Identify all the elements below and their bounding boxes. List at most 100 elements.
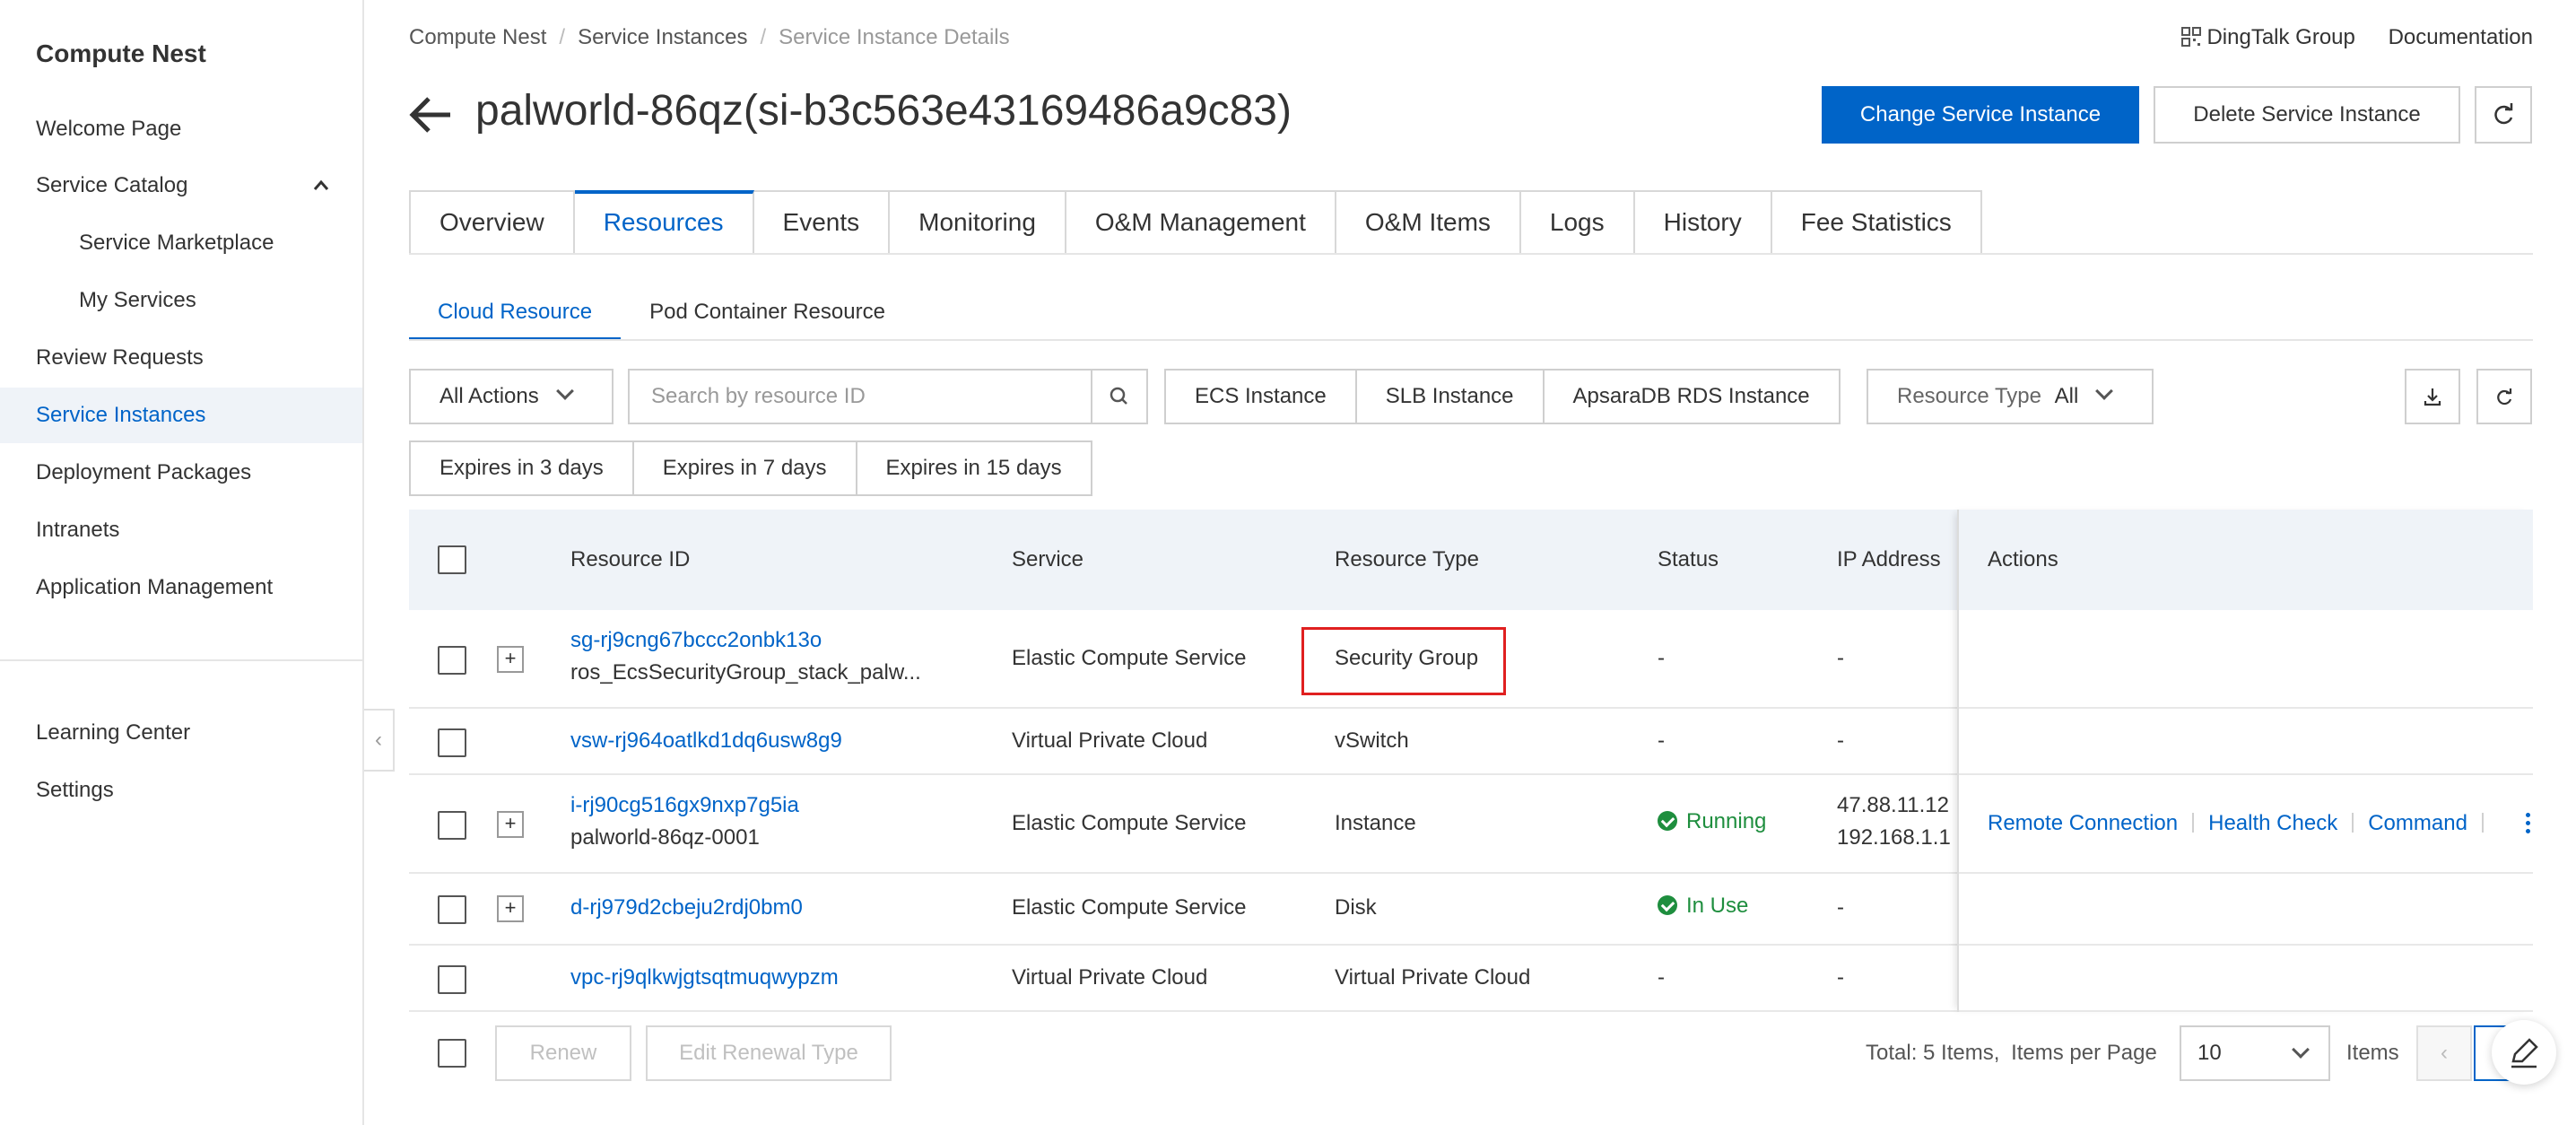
row-checkbox[interactable] [438, 895, 466, 924]
ip-address-private: 192.168.1.1 [1837, 825, 1951, 850]
subtab-pod-container-resource[interactable]: Pod Container Resource [621, 287, 914, 341]
table-refresh-button[interactable] [2476, 369, 2532, 424]
remote-connection-link[interactable]: Remote Connection [1988, 811, 2178, 835]
download-button[interactable] [2405, 369, 2460, 424]
search-icon [1110, 387, 1127, 405]
sidebar-item-service-catalog[interactable]: Service Catalog [0, 158, 362, 214]
download-icon [2424, 388, 2441, 406]
expand-row-icon[interactable]: + [497, 646, 524, 673]
resource-type-select[interactable]: Resource Type All [1867, 369, 2154, 424]
select-all-checkbox[interactable] [438, 545, 466, 574]
back-arrow-icon[interactable] [409, 88, 454, 142]
health-check-link[interactable]: Health Check [2208, 811, 2337, 835]
search-input[interactable] [630, 371, 1092, 423]
resource-type-cell: Disk [1335, 895, 1377, 920]
delete-service-instance-button[interactable]: Delete Service Instance [2154, 86, 2460, 144]
service-cell: Elastic Compute Service [1012, 895, 1247, 920]
chevron-down-icon [2095, 382, 2114, 400]
tab-history[interactable]: History [1634, 190, 1772, 255]
resource-type-label: Resource Type [1897, 384, 2041, 408]
ip-address-cell: - [1837, 895, 1844, 920]
ip-address-public: 47.88.11.12 [1837, 793, 1950, 817]
sidebar-collapse-handle[interactable]: ‹ [364, 709, 395, 772]
sidebar-divider [0, 659, 362, 661]
service-cell: Virtual Private Cloud [1012, 728, 1208, 753]
breadcrumb-compute-nest[interactable]: Compute Nest [409, 25, 546, 49]
items-per-page-select[interactable]: 10 [2180, 1025, 2330, 1081]
status-label: In Use [1686, 894, 1749, 918]
service-cell: Virtual Private Cloud [1012, 965, 1208, 990]
expiry-quick-filters: Expires in 3 days Expires in 7 days Expi… [409, 440, 1092, 496]
renew-button[interactable]: Renew [495, 1025, 631, 1081]
sidebar-item-learning-center[interactable]: Learning Center [0, 705, 362, 761]
action-separator [2192, 813, 2195, 833]
resource-id-link[interactable]: vpc-rj9qlkwjgtsqtmuqwypzm [570, 965, 839, 990]
breadcrumb: Compute Nest / Service Instances / Service I… [409, 25, 1010, 50]
security-group-highlight [1301, 627, 1506, 695]
total-items: Total: 5 Items, [1866, 1041, 2000, 1065]
tab-om-items[interactable]: O&M Items [1336, 190, 1521, 255]
prev-page-button[interactable]: ‹ [2416, 1025, 2472, 1081]
tab-events[interactable]: Events [753, 190, 891, 255]
resource-type-cell: vSwitch [1335, 728, 1409, 753]
status-cell: - [1658, 646, 1665, 670]
resource-id-link[interactable]: d-rj979d2cbeju2rdj0bm0 [570, 895, 803, 920]
sidebar-item-deployment-packages[interactable]: Deployment Packages [0, 445, 362, 501]
filter-ecs-instance[interactable]: ECS Instance [1164, 369, 1357, 424]
row-checkbox[interactable] [438, 965, 466, 994]
tabs-divider [409, 253, 2533, 255]
chevron-left-icon: ‹ [375, 728, 382, 752]
tab-fee-statistics[interactable]: Fee Statistics [1771, 190, 1982, 255]
edit-renewal-type-button[interactable]: Edit Renewal Type [646, 1025, 892, 1081]
sidebar-item-application-management[interactable]: Application Management [0, 560, 362, 615]
row-checkbox[interactable] [438, 646, 466, 675]
column-header-resource-id: Resource ID [570, 547, 691, 571]
sidebar-item-review-requests[interactable]: Review Requests [0, 330, 362, 386]
dingtalk-group-link[interactable]: DingTalk Group [2181, 25, 2361, 49]
tab-logs[interactable]: Logs [1520, 190, 1635, 255]
resource-id-link[interactable]: sg-rj9cng67bccc2onbk13o [570, 628, 822, 653]
sidebar-item-service-marketplace[interactable]: Service Marketplace [0, 215, 362, 271]
floating-edit-button[interactable] [2492, 1020, 2556, 1085]
change-service-instance-button[interactable]: Change Service Instance [1822, 86, 2139, 144]
breadcrumb-separator: / [760, 25, 767, 49]
ip-address-cell: - [1837, 728, 1844, 753]
footer-select-all-checkbox[interactable] [438, 1039, 466, 1068]
command-link[interactable]: Command [2368, 811, 2467, 835]
sidebar-item-service-instances[interactable]: Service Instances [0, 388, 362, 443]
row-checkbox[interactable] [438, 811, 466, 840]
subtab-cloud-resource[interactable]: Cloud Resource [409, 287, 622, 341]
dingtalk-group-label: DingTalk Group [2206, 25, 2355, 49]
filter-expires-7-days[interactable]: Expires in 7 days [633, 440, 857, 496]
sidebar-item-welcome-page[interactable]: Welcome Page [0, 101, 362, 157]
search-button[interactable] [1091, 371, 1146, 423]
top-links: DingTalk Group Documentation [2154, 25, 2533, 50]
resource-name: palworld-86qz-0001 [570, 825, 760, 850]
breadcrumb-service-instances[interactable]: Service Instances [578, 25, 747, 49]
expand-row-icon[interactable]: + [497, 895, 524, 922]
sub-tabs: Cloud Resource Pod Container Resource [409, 287, 914, 341]
filter-expires-3-days[interactable]: Expires in 3 days [409, 440, 634, 496]
pencil-icon [2511, 1038, 2538, 1068]
resource-id-link[interactable]: i-rj90cg516gx9nxp7g5ia [570, 793, 799, 818]
expand-row-icon[interactable]: + [497, 811, 524, 838]
documentation-link[interactable]: Documentation [2389, 25, 2533, 49]
tab-monitoring[interactable]: Monitoring [890, 190, 1066, 255]
tab-overview[interactable]: Overview [409, 190, 575, 255]
sidebar-item-intranets[interactable]: Intranets [0, 502, 362, 558]
status-label: Running [1686, 809, 1767, 833]
refresh-button[interactable] [2475, 86, 2532, 144]
tab-resources[interactable]: Resources [574, 190, 754, 255]
more-actions-icon[interactable] [2526, 813, 2533, 837]
row-checkbox[interactable] [438, 728, 466, 757]
all-actions-dropdown[interactable]: All Actions [409, 369, 614, 424]
tab-om-management[interactable]: O&M Management [1066, 190, 1336, 255]
sidebar-item-my-services[interactable]: My Services [0, 273, 362, 328]
resource-id-link[interactable]: vsw-rj964oatlkd1dq6usw8g9 [570, 728, 842, 754]
filter-expires-15-days[interactable]: Expires in 15 days [857, 440, 1092, 496]
chevron-down-icon [555, 382, 574, 400]
sidebar-item-settings[interactable]: Settings [0, 763, 362, 818]
resource-type-value: All [2054, 384, 2079, 408]
filter-slb-instance[interactable]: SLB Instance [1356, 369, 1545, 424]
filter-apsaradb-rds-instance[interactable]: ApsaraDB RDS Instance [1544, 369, 1841, 424]
